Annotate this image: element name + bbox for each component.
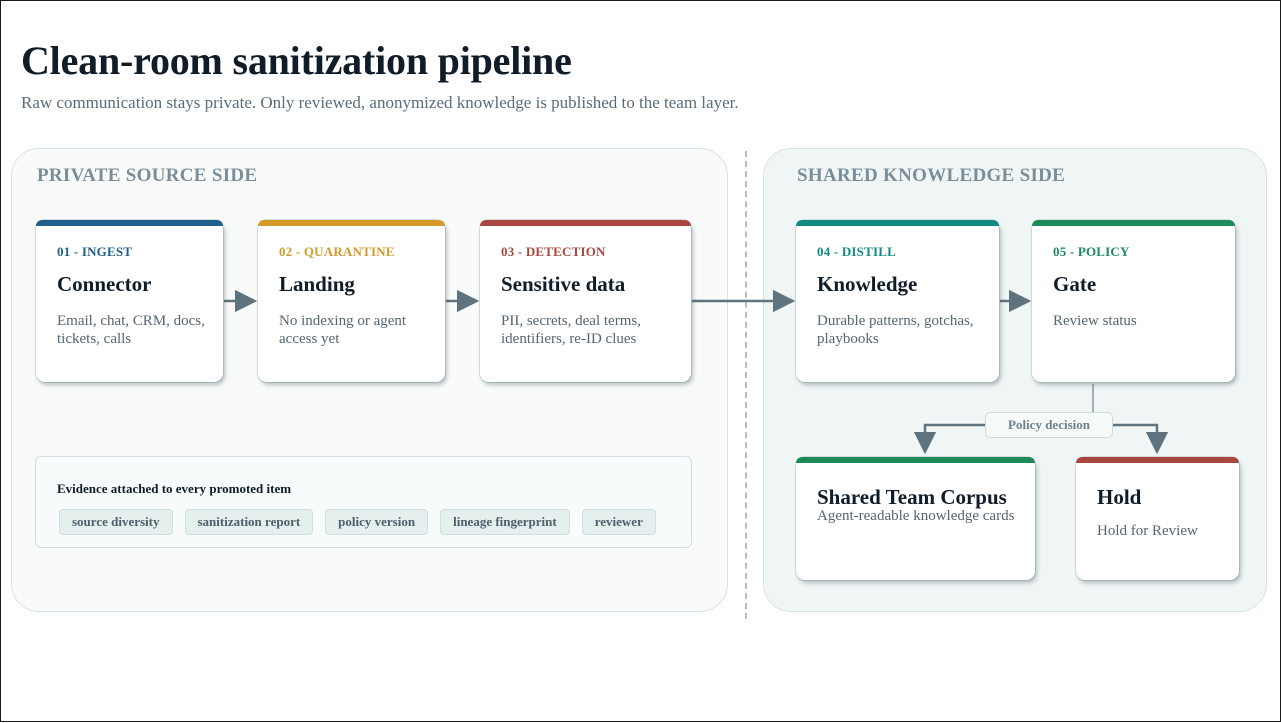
evidence-chip: sanitization report xyxy=(184,509,314,535)
stage-description: Durable patterns, gotchas, playbooks xyxy=(817,313,974,347)
stage-color-bar xyxy=(1032,220,1235,226)
stage-name: Sensitive data xyxy=(501,272,626,296)
stage-name: Knowledge xyxy=(817,272,918,296)
evidence-chips: source diversity sanitization report pol… xyxy=(59,509,656,535)
evidence-box: Evidence attached to every promoted item… xyxy=(35,456,692,548)
outcome-card-hold: Hold Hold for Review xyxy=(1076,457,1239,580)
evidence-title: Evidence attached to every promoted item xyxy=(57,481,292,496)
evidence-chip: policy version xyxy=(325,509,429,535)
outcome-card-shared-corpus: Shared Team Corpus Agent-readable knowle… xyxy=(796,457,1035,580)
stage-card-detection: 03 - DETECTION Sensitive data PII, secre… xyxy=(480,220,691,382)
arrow-to-hold xyxy=(1111,423,1169,455)
outcome-color-bar xyxy=(796,457,1035,463)
stage-color-bar xyxy=(796,220,999,226)
stage-card-distill: 04 - DISTILL Knowledge Durable patterns,… xyxy=(796,220,999,382)
policy-decision-label: Policy decision xyxy=(985,412,1113,438)
stage-description: PII, secrets, deal terms, identifiers, r… xyxy=(501,313,641,347)
stage-name: Landing xyxy=(279,272,355,296)
evidence-chip: source diversity xyxy=(59,509,173,535)
outcome-description: Agent-readable knowledge cards xyxy=(817,508,1015,524)
stage-step: 04 - DISTILL xyxy=(817,244,896,259)
outcome-name: Hold xyxy=(1097,485,1142,509)
stage-step: 05 - POLICY xyxy=(1053,244,1130,259)
stage-name: Connector xyxy=(57,272,152,296)
stage-description: Review status xyxy=(1053,313,1137,329)
stage-description: Email, chat, CRM, docs, tickets, calls xyxy=(57,313,205,347)
outcome-description: Hold for Review xyxy=(1097,523,1198,539)
stage-step: 02 - QUARANTINE xyxy=(279,244,395,259)
stage-description: No indexing or agent access yet xyxy=(279,313,407,347)
outcome-color-bar xyxy=(1076,457,1239,463)
stage-step: 03 - DETECTION xyxy=(501,244,606,259)
arrow-to-corpus xyxy=(913,423,985,455)
stage-color-bar xyxy=(258,220,445,226)
stage-card-ingest: 01 - INGEST Connector Email, chat, CRM, … xyxy=(36,220,223,382)
evidence-chip: reviewer xyxy=(581,509,656,535)
stage-card-quarantine: 02 - QUARANTINE Landing No indexing or a… xyxy=(258,220,445,382)
diagram-canvas: Clean-room sanitization pipeline Raw com… xyxy=(0,0,1281,722)
stage-color-bar xyxy=(36,220,223,226)
stage-name: Gate xyxy=(1053,272,1097,296)
evidence-chip: lineage fingerprint xyxy=(440,509,570,535)
stage-color-bar xyxy=(480,220,691,226)
stage-step: 01 - INGEST xyxy=(57,244,133,259)
stage-card-policy: 05 - POLICY Gate Review status xyxy=(1032,220,1235,382)
